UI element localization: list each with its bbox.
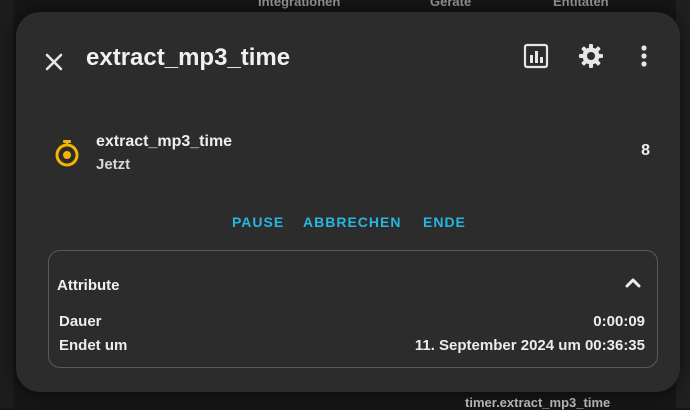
entity-name: extract_mp3_time xyxy=(96,133,233,150)
pause-button[interactable]: PAUSE xyxy=(232,214,284,230)
history-chart-icon xyxy=(523,43,549,69)
cancel-button[interactable]: ABBRECHEN xyxy=(303,214,401,230)
history-button[interactable] xyxy=(522,42,550,70)
attributes-panel: Attribute Dauer 0:00:09 Endet um 11. Sep… xyxy=(48,250,658,368)
nav-entities[interactable]: Entitäten xyxy=(553,0,609,9)
more-menu-button[interactable] xyxy=(634,42,654,70)
entity-row[interactable]: extract_mp3_time Jetzt 8 xyxy=(48,130,668,180)
settings-button[interactable] xyxy=(577,42,605,70)
settings-gear-icon xyxy=(579,44,603,68)
close-button[interactable] xyxy=(42,50,66,74)
entity-state-value: 8 xyxy=(641,142,650,159)
finish-button[interactable]: ENDE xyxy=(423,214,466,230)
nav-integrations[interactable]: Integrationen xyxy=(258,0,340,9)
more-info-dialog: extract_mp3_time extract_mp3_time Jetzt … xyxy=(16,12,680,392)
entity-last-changed: Jetzt xyxy=(96,156,131,173)
nav-devices[interactable]: Geräte xyxy=(430,0,471,9)
background-nav: Integrationen Geräte Entitäten xyxy=(0,0,690,12)
dialog-title: extract_mp3_time xyxy=(86,44,291,71)
attribute-key: Endet um xyxy=(59,337,128,354)
chevron-up-icon xyxy=(625,278,641,288)
more-vertical-icon xyxy=(641,45,647,67)
timer-icon xyxy=(52,138,82,168)
attributes-header[interactable]: Attribute xyxy=(57,277,120,294)
attribute-key: Dauer xyxy=(59,313,102,330)
attribute-row-duration: Dauer 0:00:09 xyxy=(59,313,645,333)
attribute-row-finishes-at: Endet um 11. September 2024 um 00:36:35 xyxy=(59,337,645,357)
attribute-value: 0:00:09 xyxy=(593,313,645,330)
close-icon xyxy=(45,53,63,71)
background-panel-left xyxy=(0,0,14,408)
attributes-collapse-button[interactable] xyxy=(623,273,643,293)
attribute-value: 11. September 2024 um 00:36:35 xyxy=(414,337,645,354)
